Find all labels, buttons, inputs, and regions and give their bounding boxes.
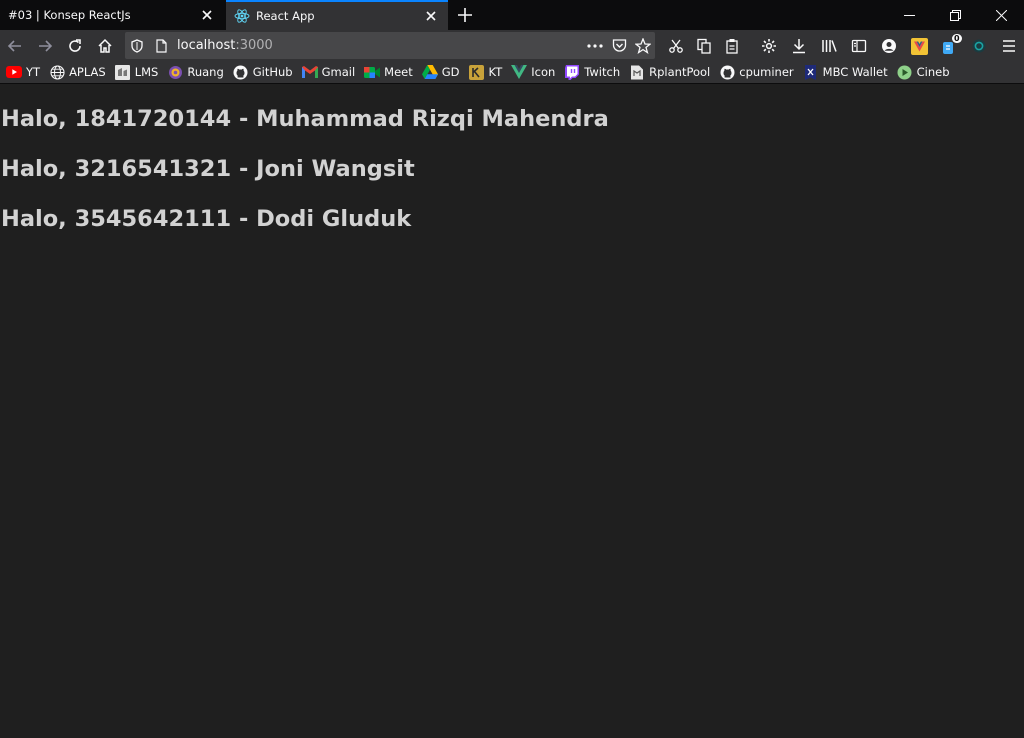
twitch-icon [564,64,580,80]
kt-icon [469,64,485,80]
settings-gear-icon[interactable] [756,33,782,59]
downloads-icon[interactable] [786,33,812,59]
bookmark-mbc-wallet[interactable]: MBC Wallet [803,64,888,80]
bookmark-gmail[interactable]: Gmail [301,64,356,80]
new-tab-button[interactable] [454,4,476,26]
library-icon[interactable] [816,33,842,59]
bookmark-star-icon[interactable] [631,34,655,58]
lms-icon [115,64,131,80]
url-host: localhost [177,38,236,53]
meet-icon [364,64,381,80]
bookmark-kt[interactable]: KT [469,64,503,80]
bookmark-label: Twitch [584,65,621,79]
bookmark-label: RplantPool [649,65,711,79]
bookmark-twitch[interactable]: Twitch [564,64,620,80]
shield-icon[interactable] [125,34,149,58]
bookmark-label: Ruang [187,65,224,79]
bookmarks-toolbar: YT APLAS LMS Ruang GitHub Gmail Meet GD … [0,61,1024,84]
bookmark-label: Icon [531,65,556,79]
globe-icon [49,64,65,80]
icon-site-icon [511,64,528,80]
gmail-icon [301,64,318,80]
greeting-heading: Halo, 1841720144 - Muhammad Rizqi Mahend… [1,106,609,132]
github-icon [233,64,249,80]
navigation-toolbar: localhost:3000 0 [0,30,1024,61]
menu-icon[interactable] [996,33,1022,59]
page-icon[interactable] [149,34,173,58]
home-button[interactable] [92,33,118,59]
tab-strip: #03 | Konsep ReactJs React App [0,0,1024,30]
bookmark-label: Cineb [916,65,950,79]
greeting-heading: Halo, 3216541321 - Joni Wangsit [1,156,415,182]
bookmark-cpuminer[interactable]: cpuminer [719,64,794,80]
bookmark-label: YT [26,65,41,79]
bookmark-cineb[interactable]: Cineb [897,64,950,80]
account-icon[interactable] [876,33,902,59]
bookmark-ruang[interactable]: Ruang [167,64,224,80]
page-viewport: Halo, 1841720144 - Muhammad Rizqi Mahend… [0,84,1024,738]
rplantpool-icon [629,64,645,80]
page-actions-icon[interactable] [583,34,607,58]
tab-title: React App [256,9,315,23]
notification-badge: 0 [952,34,962,43]
close-icon[interactable] [196,4,218,26]
bookmark-icon[interactable]: Icon [511,64,555,80]
url-text[interactable]: localhost:3000 [177,38,583,53]
bookmark-label: KT [488,65,503,79]
ruang-icon [167,64,183,80]
bookmark-rplantpool[interactable]: RplantPool [629,64,710,80]
bookmark-label: GitHub [252,65,293,79]
forward-button[interactable] [32,33,58,59]
bookmark-label: Meet [384,65,413,79]
bookmark-label: cpuminer [739,65,794,79]
bookmark-github[interactable]: GitHub [233,64,293,80]
tab-title: #03 | Konsep ReactJs [8,8,131,22]
greeting-heading: Halo, 3545642111 - Dodi Gluduk [1,206,412,232]
react-icon [234,8,250,24]
cineb-icon [897,64,913,80]
sidebar-icon[interactable] [846,33,872,59]
vue-devtools-icon[interactable] [906,33,932,59]
extension-icon[interactable]: 0 [936,33,962,59]
wallet-icon [803,64,819,80]
bookmark-lms[interactable]: LMS [115,64,159,80]
bookmark-label: Gmail [321,65,356,79]
react-devtools-icon[interactable] [966,33,992,59]
close-icon[interactable] [420,5,442,27]
address-bar[interactable]: localhost:3000 [125,32,655,59]
pocket-icon[interactable] [607,34,631,58]
bookmark-yt[interactable]: YT [6,64,40,80]
cut-icon[interactable] [663,33,689,59]
bookmark-label: APLAS [69,65,106,79]
bookmark-gd[interactable]: GD [421,64,460,80]
bookmark-label: MBC Wallet [822,65,888,79]
google-drive-icon [421,64,438,80]
bookmark-label: LMS [134,65,159,79]
youtube-icon [6,64,22,80]
close-window-button[interactable] [978,0,1024,30]
bookmark-aplas[interactable]: APLAS [49,64,106,80]
url-port: :3000 [235,38,273,53]
tab-konsep-reactjs[interactable]: #03 | Konsep ReactJs [0,0,224,30]
github-icon [719,64,735,80]
bookmark-meet[interactable]: Meet [364,64,413,80]
copy-icon[interactable] [691,33,717,59]
back-button[interactable] [2,33,28,59]
reload-button[interactable] [62,33,88,59]
bookmark-label: GD [441,65,460,79]
paste-icon[interactable] [719,33,745,59]
restore-button[interactable] [932,0,978,30]
minimize-button[interactable] [886,0,932,30]
tab-react-app[interactable]: React App [226,0,448,30]
